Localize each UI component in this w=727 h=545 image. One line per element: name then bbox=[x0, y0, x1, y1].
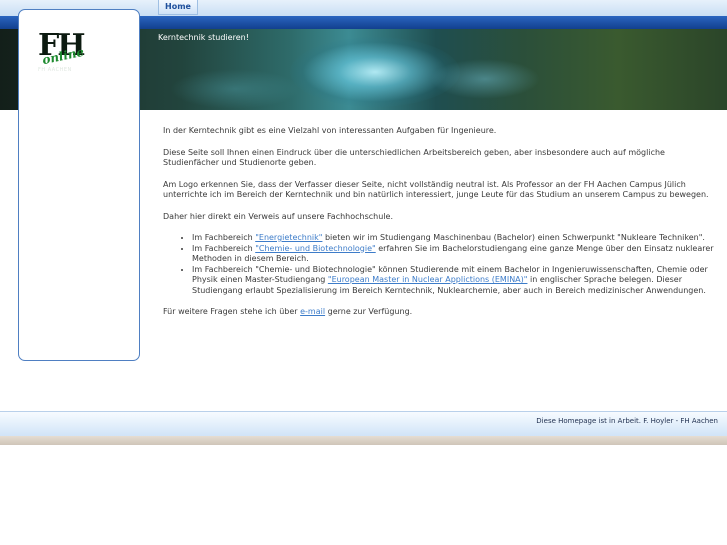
energietechnik-link[interactable]: "Energietechnik" bbox=[255, 233, 322, 242]
banner-glow-left bbox=[170, 69, 300, 109]
closing-paragraph: Für weitere Fragen stehe ich über e-mail… bbox=[163, 307, 413, 316]
footer-band bbox=[0, 436, 727, 445]
intro-paragraph: In der Kerntechnik gibt es eine Vielzahl… bbox=[163, 126, 497, 135]
tab-home[interactable]: Home bbox=[158, 0, 198, 15]
banner-glow-right bbox=[430, 59, 540, 99]
author-paragraph: Am Logo erkennen Sie, dass der Verfasser… bbox=[163, 179, 709, 200]
list-item: Im Fachbereich "Chemie- und Biotechnolog… bbox=[192, 244, 715, 265]
footer-bar: Diese Homepage ist in Arbeit. F. Hoyler … bbox=[0, 411, 727, 437]
logo-subtitle: FH AACHEN bbox=[38, 67, 72, 73]
program-list: Im Fachbereich "Energietechnik" bieten w… bbox=[163, 233, 715, 296]
chemie-biotechnologie-link[interactable]: "Chemie- und Biotechnologie" bbox=[255, 244, 376, 253]
main-content: In der Kerntechnik gibt es eine Vielzahl… bbox=[163, 126, 715, 329]
footer-text: Diese Homepage ist in Arbeit. F. Hoyler … bbox=[536, 417, 718, 425]
link-intro-paragraph: Daher hier direkt ein Verweis auf unsere… bbox=[163, 211, 394, 221]
email-link[interactable]: e-mail bbox=[300, 307, 325, 316]
emina-link[interactable]: "European Master in Nuclear Applictions … bbox=[328, 275, 528, 284]
list-item: Im Fachbereich "Chemie- und Biotechnolog… bbox=[192, 265, 715, 297]
list-item: Im Fachbereich "Energietechnik" bieten w… bbox=[192, 233, 715, 244]
banner-title: Kerntechnik studieren! bbox=[158, 33, 249, 42]
overview-paragraph: Diese Seite soll Ihnen einen Eindruck üb… bbox=[163, 147, 665, 168]
fh-online-logo[interactable]: FH online FH AACHEN bbox=[38, 31, 102, 77]
